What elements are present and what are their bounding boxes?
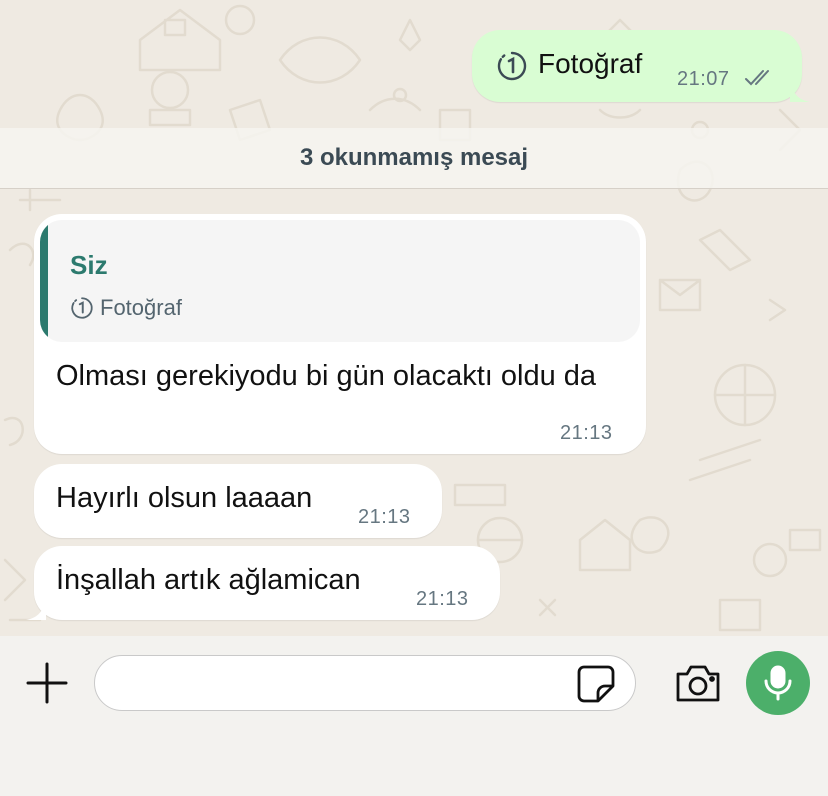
view-once-icon — [497, 51, 527, 81]
outgoing-message-bubble[interactable]: Fotoğraf 21:07 — [472, 30, 810, 102]
incoming-message-time: 21:13 — [560, 422, 613, 444]
incoming-message-text: Olması gerekiyodu bi gün olacaktı oldu d… — [56, 360, 597, 392]
incoming-message-bubble[interactable]: Hayırlı olsun laaaan 21:13 — [34, 464, 442, 538]
incoming-message-time: 21:13 — [416, 588, 469, 610]
message-input[interactable] — [94, 655, 636, 711]
incoming-message-bubble[interactable]: Siz Fotoğraf Olması gerekiyodu bi gün ol… — [34, 214, 646, 454]
unread-messages-banner: 3 okunmamış mesaj — [0, 128, 828, 189]
microphone-button[interactable] — [746, 651, 810, 715]
quote-author: Siz — [70, 250, 108, 280]
double-check-icon — [745, 70, 769, 86]
outgoing-message-time: 21:07 — [677, 68, 730, 90]
bubble-tail — [790, 82, 810, 102]
unread-count-label: 3 okunmamış mesaj — [299, 144, 529, 171]
microphone-icon — [764, 665, 792, 701]
plus-icon[interactable] — [26, 662, 68, 704]
incoming-message-text: İnşallah artık ağlamican — [56, 564, 361, 596]
quote-accent-bar — [40, 220, 48, 342]
camera-icon[interactable] — [674, 662, 722, 704]
view-once-icon — [71, 297, 93, 319]
outgoing-message-text: Fotoğraf — [538, 48, 643, 79]
incoming-message-time: 21:13 — [358, 506, 411, 528]
sticker-icon[interactable] — [576, 664, 616, 704]
incoming-message-text: Hayırlı olsun laaaan — [56, 482, 313, 514]
quote-text: Fotoğraf — [100, 295, 182, 320]
quoted-message[interactable]: Siz Fotoğraf — [40, 220, 640, 342]
incoming-message-bubble[interactable]: İnşallah artık ağlamican 21:13 — [26, 546, 500, 620]
bubble-tail — [26, 600, 46, 620]
